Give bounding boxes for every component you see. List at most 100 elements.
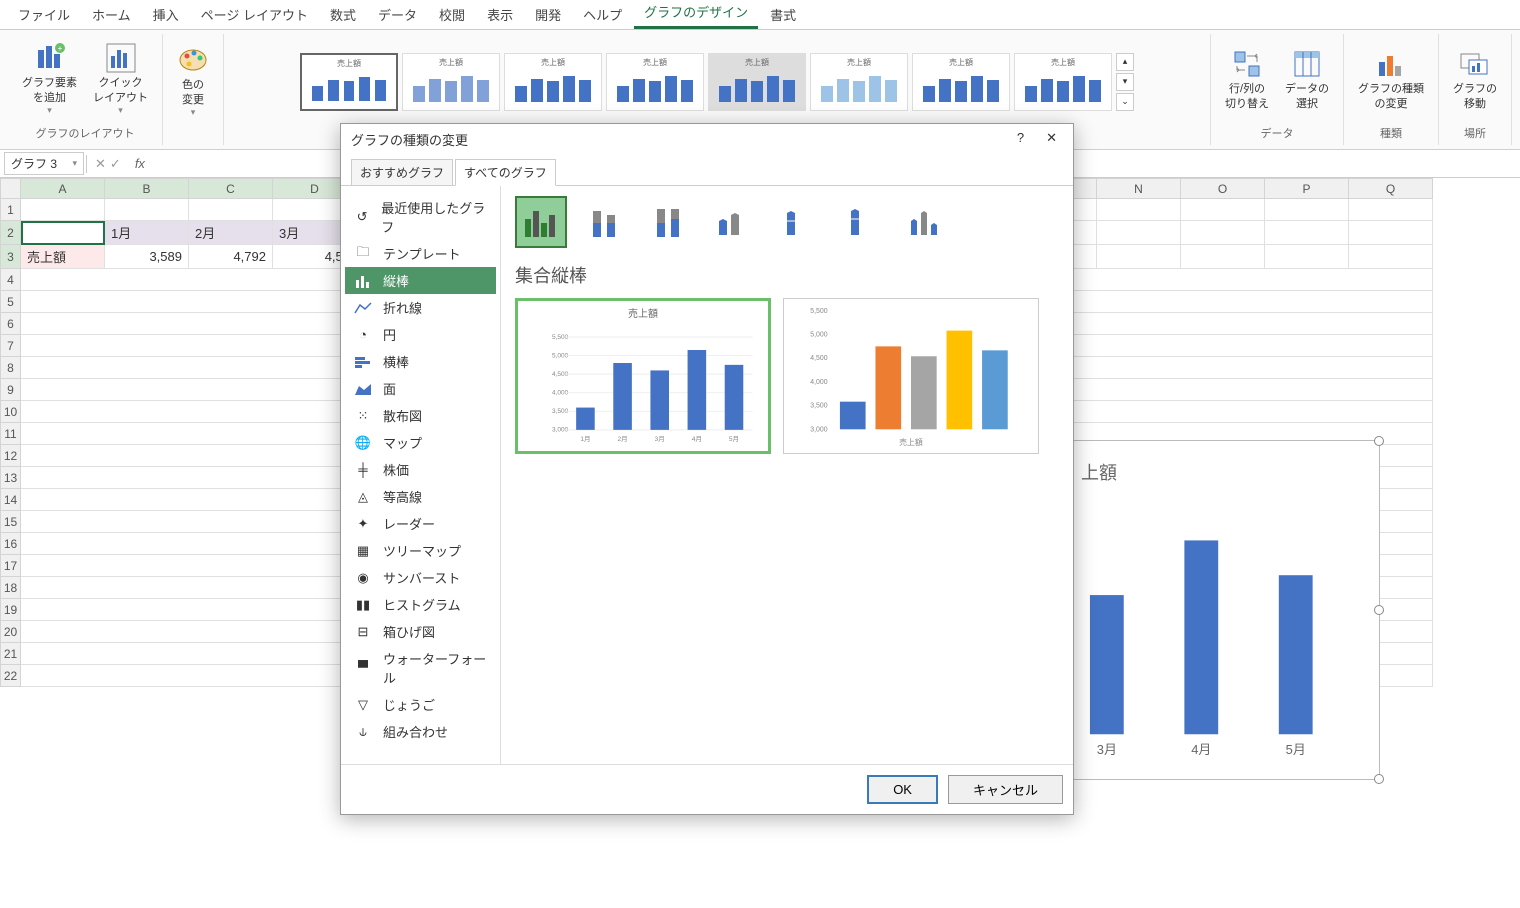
preview-2[interactable]: 5,5005,0004,5004,0003,5003,000 売上額 <box>783 298 1039 454</box>
ct-combo[interactable]: ⫝組み合わせ <box>345 718 496 745</box>
ct-sunburst[interactable]: ◉サンバースト <box>345 564 496 591</box>
style-thumb-1[interactable]: 売上額 <box>300 53 398 111</box>
style-scroll-up[interactable]: ▴ <box>1116 53 1134 71</box>
svg-text:1月: 1月 <box>580 435 590 443</box>
style-thumb-7[interactable]: 売上額 <box>912 53 1010 111</box>
subtype-clustered-col[interactable] <box>515 196 567 248</box>
line-chart-icon <box>353 301 373 315</box>
loc-group-label: 場所 <box>1464 123 1486 143</box>
svg-text:3月: 3月 <box>1097 742 1117 757</box>
subtype-3d-100stacked[interactable] <box>835 196 887 248</box>
col-head-o[interactable]: O <box>1181 179 1265 199</box>
name-box[interactable]: グラフ 3▾ <box>4 152 84 175</box>
area-chart-icon <box>353 382 373 396</box>
subtype-3d-clustered[interactable] <box>707 196 759 248</box>
col-head-a[interactable]: A <box>21 179 105 199</box>
change-chart-type-button[interactable]: グラフの種類 の変更 <box>1352 44 1430 115</box>
ct-histogram[interactable]: ▮▮ヒストグラム <box>345 591 496 618</box>
col-head-n[interactable]: N <box>1097 179 1181 199</box>
resize-handle-icon[interactable] <box>1374 436 1384 446</box>
subtype-row <box>515 196 1059 248</box>
subtype-title: 集合縦棒 <box>515 262 1059 288</box>
tab-home[interactable]: ホーム <box>82 0 141 29</box>
tab-view[interactable]: 表示 <box>477 0 523 29</box>
cancel-button[interactable]: キャンセル <box>948 775 1063 804</box>
col-head-b[interactable]: B <box>105 179 189 199</box>
col-head-p[interactable]: P <box>1265 179 1349 199</box>
tab-all-charts[interactable]: すべてのグラフ <box>455 159 556 186</box>
col-head-c[interactable]: C <box>189 179 273 199</box>
ct-bar[interactable]: 横棒 <box>345 348 496 375</box>
ct-stock[interactable]: ╪株価 <box>345 456 496 483</box>
ct-map[interactable]: 🌐マップ <box>345 429 496 456</box>
style-thumb-4[interactable]: 売上額 <box>606 53 704 111</box>
add-chart-element-button[interactable]: + グラフ要素 を追加▾ <box>16 38 83 120</box>
tab-help[interactable]: ヘルプ <box>573 0 632 29</box>
ct-area[interactable]: 面 <box>345 375 496 402</box>
select-all-corner[interactable] <box>1 179 21 199</box>
style-thumb-5[interactable]: 売上額 <box>708 53 806 111</box>
preview-1[interactable]: 売上額 5,500 5,000 4,500 4,000 3,500 3,000 <box>515 298 771 454</box>
ok-button[interactable]: OK <box>867 775 938 804</box>
tab-pagelayout[interactable]: ページ レイアウト <box>191 0 318 29</box>
waterfall-chart-icon: ▝▘ <box>353 661 373 675</box>
folder-icon: 🗀 <box>353 247 373 261</box>
sunburst-chart-icon: ◉ <box>353 571 373 585</box>
change-type-icon <box>1375 48 1407 80</box>
ct-recent[interactable]: ↺最近使用したグラフ <box>345 194 496 240</box>
ct-column[interactable]: 縦棒 <box>345 267 496 294</box>
fx-label[interactable]: fx <box>129 156 151 171</box>
chart-type-list: ↺最近使用したグラフ 🗀テンプレート 縦棒 折れ線 ◔円 横棒 面 ⁙散布図 🌐… <box>341 186 501 764</box>
quick-layout-button[interactable]: クイック レイアウト▾ <box>87 38 154 120</box>
resize-handle-icon[interactable] <box>1374 605 1384 615</box>
dialog-close-button[interactable]: ✕ <box>1040 130 1063 149</box>
svg-text:5月: 5月 <box>729 435 739 443</box>
style-thumb-8[interactable]: 売上額 <box>1014 53 1112 111</box>
ct-surface[interactable]: ◬等高線 <box>345 483 496 510</box>
style-scroll-more[interactable]: ⌄ <box>1116 93 1134 111</box>
tab-file[interactable]: ファイル <box>8 0 80 29</box>
move-chart-button[interactable]: グラフの 移動 <box>1447 44 1503 115</box>
tab-insert[interactable]: 挿入 <box>143 0 189 29</box>
style-scroll-down[interactable]: ▾ <box>1116 73 1134 91</box>
svg-text:3月: 3月 <box>655 435 665 443</box>
add-element-icon: + <box>34 42 66 74</box>
col-head-q[interactable]: Q <box>1349 179 1433 199</box>
select-data-button[interactable]: データの 選択 <box>1279 44 1335 115</box>
subtype-100stacked-col[interactable] <box>643 196 695 248</box>
column-chart-icon <box>353 274 373 288</box>
switch-row-col-button[interactable]: 行/列の 切り替え <box>1219 44 1275 115</box>
dialog-help-button[interactable]: ? <box>1017 130 1024 149</box>
subtype-stacked-col[interactable] <box>579 196 631 248</box>
ct-line[interactable]: 折れ線 <box>345 294 496 321</box>
tab-review[interactable]: 校閲 <box>429 0 475 29</box>
tab-developer[interactable]: 開発 <box>525 0 571 29</box>
ct-boxplot[interactable]: ⊟箱ひげ図 <box>345 618 496 645</box>
cancel-formula-icon[interactable]: ✕ <box>95 156 106 172</box>
change-colors-button[interactable]: 色の 変更▾ <box>171 40 215 122</box>
ct-waterfall[interactable]: ▝▘ウォーターフォール <box>345 645 496 691</box>
ct-radar[interactable]: ✦レーダー <box>345 510 496 537</box>
style-thumb-6[interactable]: 売上額 <box>810 53 908 111</box>
resize-handle-icon[interactable] <box>1374 774 1384 784</box>
subtype-3d-col[interactable] <box>899 196 951 248</box>
ct-treemap[interactable]: ▦ツリーマップ <box>345 537 496 564</box>
tab-data[interactable]: データ <box>368 0 427 29</box>
tab-formulas[interactable]: 数式 <box>320 0 366 29</box>
tab-recommended[interactable]: おすすめグラフ <box>351 159 453 185</box>
tab-chartdesign[interactable]: グラフのデザイン <box>634 0 758 29</box>
data-group-label: データ <box>1261 123 1294 143</box>
combo-chart-icon: ⫝ <box>353 725 373 739</box>
ct-scatter[interactable]: ⁙散布図 <box>345 402 496 429</box>
ct-funnel[interactable]: ▽じょうご <box>345 691 496 718</box>
style-thumb-2[interactable]: 売上額 <box>402 53 500 111</box>
funnel-chart-icon: ▽ <box>353 698 373 712</box>
stock-chart-icon: ╪ <box>353 463 373 477</box>
confirm-formula-icon[interactable]: ✓ <box>110 156 121 172</box>
tab-format[interactable]: 書式 <box>760 0 806 29</box>
chart-title: 上額 <box>1081 459 1117 485</box>
style-thumb-3[interactable]: 売上額 <box>504 53 602 111</box>
ct-template[interactable]: 🗀テンプレート <box>345 240 496 267</box>
subtype-3d-stacked[interactable] <box>771 196 823 248</box>
ct-pie[interactable]: ◔円 <box>345 321 496 348</box>
